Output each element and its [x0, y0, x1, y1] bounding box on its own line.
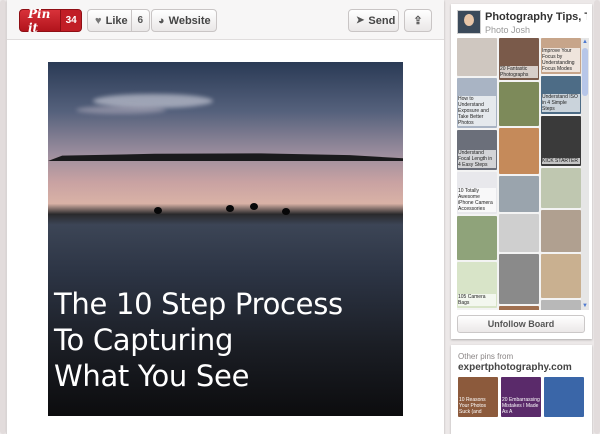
pin-title-line: To Capturing	[54, 323, 234, 357]
swimmer-silhouette	[250, 203, 258, 210]
horizon-shoreline	[48, 153, 403, 161]
other-pin-thumbnail[interactable]	[544, 377, 584, 417]
board-scrollbar[interactable]: ▲ ▼	[581, 38, 589, 310]
share-button[interactable]: ⇪	[404, 9, 432, 32]
website-label: Website	[168, 14, 211, 27]
website-button[interactable]: ◕ Website	[151, 9, 217, 32]
other-pin-thumbnail[interactable]: 10 Reasons Your Photos Suck (and	[458, 377, 498, 417]
board-thumbnail[interactable]	[499, 254, 539, 304]
other-pin-caption: 10 Reasons Your Photos Suck (and	[459, 397, 487, 415]
board-thumbnail[interactable]	[541, 300, 581, 310]
scroll-up-icon[interactable]: ▲	[581, 38, 589, 46]
unfollow-board-button[interactable]: Unfollow Board	[457, 315, 585, 333]
other-pins-label: Other pins from	[458, 352, 514, 361]
board-thumbnail-caption: Understand Focal Length in 4 Easy Steps	[458, 150, 496, 168]
scrollbar-thumb[interactable]	[582, 48, 588, 96]
swimmer-silhouette	[154, 207, 162, 214]
send-icon: ➤	[356, 15, 365, 26]
board-thumbnail[interactable]: 105 Camera Bags	[457, 262, 497, 308]
board-thumbnail[interactable]	[499, 214, 539, 252]
board-title[interactable]: Photography Tips, Tri...	[485, 11, 587, 23]
scroll-down-icon[interactable]: ▼	[581, 302, 589, 310]
board-thumbnail[interactable]: Improve Your Focus by Understanding Focu…	[541, 38, 581, 74]
board-thumbnail-grid: How to Understand Exposure and Take Bett…	[457, 38, 581, 310]
board-thumbnail-caption: Improve Your Focus by Understanding Focu…	[542, 48, 580, 72]
board-thumbnail[interactable]	[541, 168, 581, 208]
send-label: Send	[368, 14, 396, 27]
send-button[interactable]: ➤ Send	[348, 9, 399, 32]
other-pins-card: Other pins from expertphotography.com 10…	[451, 345, 592, 434]
pin-action-bar: Pin it 34 ♥ Like 6 ◕ Website ➤ Send ⇪	[7, 0, 444, 40]
board-thumbnail[interactable]: 20 Fantastic Photographs	[499, 38, 539, 80]
pin-count: 34	[60, 10, 81, 31]
board-thumbnail[interactable]	[541, 254, 581, 298]
like-button[interactable]: ♥ Like 6	[87, 9, 150, 32]
pin-card: Pin it 34 ♥ Like 6 ◕ Website ➤ Send ⇪ Th…	[7, 0, 444, 434]
board-thumbnail-caption: 20 Fantastic Photographs	[500, 66, 538, 78]
board-thumbnail[interactable]	[457, 216, 497, 260]
board-thumbnail[interactable]	[499, 176, 539, 212]
other-pins-domain[interactable]: expertphotography.com	[458, 362, 572, 373]
pin-title-line: The 10 Step Process	[54, 287, 343, 321]
other-pin-caption: 20 Embarrassing Mistakes I Made As A	[502, 397, 540, 415]
board-thumbnail[interactable]: Understand ISO in 4 Simple Steps	[541, 76, 581, 114]
board-thumbnail-caption: How to Understand Exposure and Take Bett…	[458, 96, 496, 126]
like-label: Like	[105, 14, 128, 27]
board-thumbnail[interactable]: Understand Focal Length in 4 Easy Steps	[457, 130, 497, 170]
board-thumbnail[interactable]: 10 Totally Awesome iPhone Camera Accesso…	[457, 172, 497, 214]
board-thumbnail[interactable]: How to Understand Exposure and Take Bett…	[457, 78, 497, 128]
board-avatar[interactable]	[457, 10, 481, 34]
board-owner[interactable]: Photo Josh	[485, 25, 530, 35]
share-icon: ⇪	[413, 15, 423, 27]
pin-it-button[interactable]: Pin it 34	[19, 6, 82, 35]
heart-icon: ♥	[95, 14, 102, 27]
swimmer-silhouette	[282, 208, 290, 215]
board-thumbnail-caption: 105 Camera Bags	[458, 294, 496, 306]
other-pin-thumbnail[interactable]: 20 Embarrassing Mistakes I Made As A	[501, 377, 541, 417]
board-thumbnail[interactable]	[499, 128, 539, 174]
swimmer-silhouette	[226, 205, 234, 212]
board-thumbnail-caption: Understand ISO in 4 Simple Steps	[542, 94, 580, 112]
board-thumbnail[interactable]	[499, 82, 539, 126]
board-thumbnail[interactable]	[499, 306, 539, 310]
board-thumbnail[interactable]	[457, 38, 497, 76]
board-thumbnail[interactable]	[541, 210, 581, 252]
pin-it-label: Pin it	[28, 6, 51, 35]
pin-image-title: The 10 Step Process To Capturing What Yo…	[54, 286, 399, 394]
board-card: Photography Tips, Tri... Photo Josh How …	[451, 4, 592, 339]
pin-title-line: What You See	[54, 359, 250, 393]
globe-icon: ◕	[158, 14, 165, 27]
board-thumbnail[interactable]: KICK STARTER	[541, 116, 581, 166]
pin-image[interactable]: The 10 Step Process To Capturing What Yo…	[48, 62, 403, 416]
cloud-shape	[76, 106, 166, 114]
board-thumbnail-caption: 10 Totally Awesome iPhone Camera Accesso…	[458, 188, 496, 212]
like-count: 6	[130, 10, 149, 31]
board-thumbnail-caption: KICK STARTER	[542, 158, 580, 164]
